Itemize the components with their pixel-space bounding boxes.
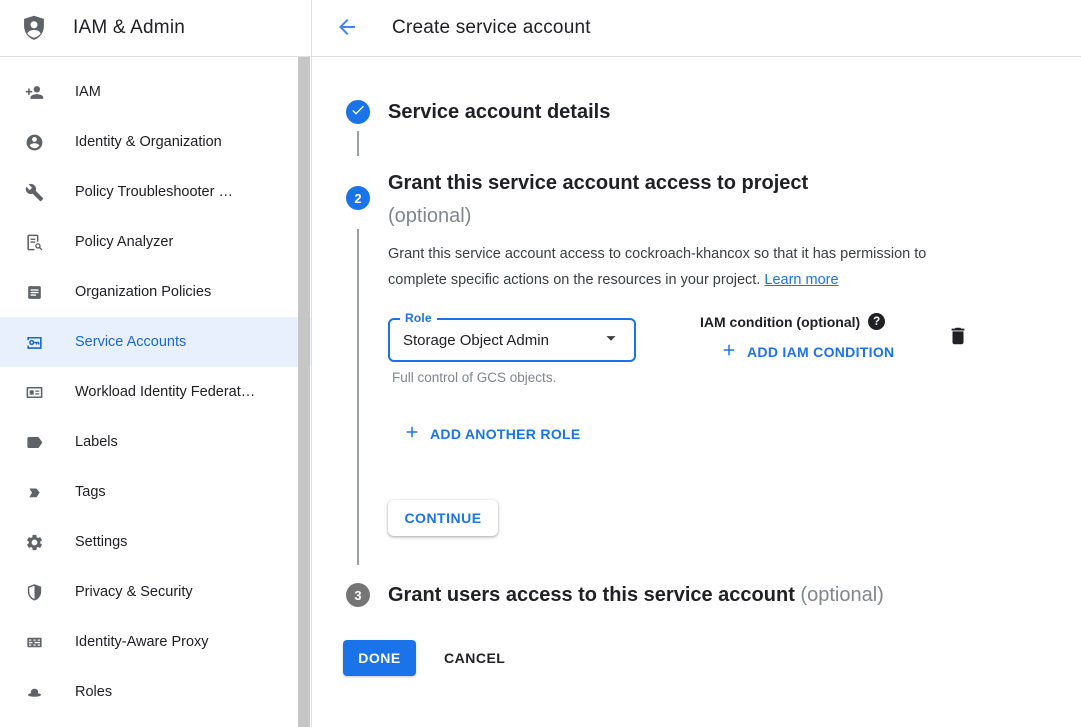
role-field-label: Role: [400, 311, 437, 325]
arrow-back-icon: [335, 15, 359, 42]
sidebar-item-label: Tags: [75, 484, 106, 500]
sidebar-item-identity-organization[interactable]: Identity & Organization: [0, 117, 311, 167]
sidebar-item-label: Roles: [75, 684, 112, 700]
sidebar-item-label: Labels: [75, 434, 118, 450]
sidebar-item-service-accounts[interactable]: Service Accounts: [0, 317, 311, 367]
continue-button[interactable]: CONTINUE: [388, 500, 498, 536]
help-icon[interactable]: ?: [868, 313, 885, 330]
label-icon: [24, 432, 44, 452]
sidebar-item-identity-aware-proxy[interactable]: Identity-Aware Proxy: [0, 617, 311, 667]
plus-icon: [720, 341, 738, 362]
step3-circle: 3: [346, 583, 370, 607]
sidebar-item-label: IAM: [75, 84, 101, 100]
sidebar-item-policy-troubleshooter[interactable]: Policy Troubleshooter …: [0, 167, 311, 217]
done-button[interactable]: DONE: [343, 640, 416, 676]
sidebar-item-label: Policy Analyzer: [75, 234, 173, 250]
back-button[interactable]: [334, 15, 360, 41]
sidebar-item-label: Identity & Organization: [75, 134, 222, 150]
product-header: IAM & Admin: [0, 0, 312, 56]
step2-number: 2: [354, 191, 361, 206]
role-selected-value: Storage Object Admin: [403, 332, 549, 349]
add-another-role-label: ADD ANOTHER ROLE: [430, 426, 581, 442]
sidebar-item-settings[interactable]: Settings: [0, 517, 311, 567]
sidebar-item-label: Organization Policies: [75, 284, 211, 300]
create-service-account-form: Service account details 2 Grant this ser…: [313, 57, 1081, 727]
role-select[interactable]: Role Storage Object Admin: [388, 318, 636, 362]
sidebar-item-iam[interactable]: IAM: [0, 67, 311, 117]
person-add-icon: [24, 82, 44, 102]
step1-complete-circle: [346, 100, 370, 124]
step2-description-text: Grant this service account access to coc…: [388, 246, 926, 288]
workload-identity-icon: [24, 382, 44, 402]
identity-icon: [24, 132, 44, 152]
step3-number: 3: [354, 588, 361, 603]
step3-optional-label: (optional): [800, 584, 883, 606]
sidebar-item-roles[interactable]: Roles: [0, 667, 311, 717]
sidebar-item-label: Policy Troubleshooter …: [75, 184, 233, 200]
plus-icon: [403, 423, 421, 444]
cancel-button[interactable]: CANCEL: [444, 640, 505, 676]
hat-icon: [24, 682, 44, 702]
sidebar-item-label: Privacy & Security: [75, 584, 193, 600]
gear-icon: [24, 532, 44, 552]
sidebar-item-tags[interactable]: Tags: [0, 467, 311, 517]
checkmark-icon: [350, 102, 366, 123]
stepper-connector: [357, 229, 359, 565]
add-iam-condition-label: ADD IAM CONDITION: [747, 344, 894, 360]
tag-icon: [24, 482, 44, 502]
shield-half-icon: [24, 582, 44, 602]
sidebar-item-label: Workload Identity Federat…: [75, 384, 255, 400]
sidebar-item-organization-policies[interactable]: Organization Policies: [0, 267, 311, 317]
step1-title[interactable]: Service account details: [388, 99, 610, 126]
wrench-icon: [24, 182, 44, 202]
iam-shield-logo-icon: [20, 13, 48, 43]
sidebar-item-label: Service Accounts: [75, 334, 186, 350]
step3-title-text: Grant users access to this service accou…: [388, 584, 795, 606]
step2-description: Grant this service account access to coc…: [388, 242, 980, 293]
sidebar: IAM Identity & Organization Policy Troub…: [0, 57, 312, 727]
role-helper-text: Full control of GCS objects.: [392, 370, 556, 385]
sidebar-item-policy-analyzer[interactable]: Policy Analyzer: [0, 217, 311, 267]
product-title: IAM & Admin: [73, 17, 185, 39]
service-account-icon: [24, 332, 44, 352]
sidebar-item-labels[interactable]: Labels: [0, 417, 311, 467]
sidebar-item-workload-identity-federation[interactable]: Workload Identity Federat…: [0, 367, 311, 417]
sidebar-item-label: Settings: [75, 534, 127, 550]
step2-title: Grant this service account access to pro…: [388, 167, 948, 233]
proxy-icon: [24, 632, 44, 652]
iam-condition-label: IAM condition (optional): [700, 314, 860, 330]
page-title: Create service account: [392, 17, 591, 39]
add-another-role-button[interactable]: ADD ANOTHER ROLE: [403, 423, 581, 444]
step2-title-text: Grant this service account access to pro…: [388, 172, 808, 194]
delete-role-button[interactable]: [945, 324, 971, 350]
add-iam-condition-button[interactable]: ADD IAM CONDITION: [720, 341, 894, 362]
sidebar-item-label: Identity-Aware Proxy: [75, 634, 209, 650]
policy-analyzer-icon: [24, 232, 44, 252]
iam-condition-header: IAM condition (optional) ?: [700, 313, 885, 330]
step2-optional-label: (optional): [388, 200, 948, 233]
stepper-connector: [357, 131, 359, 156]
sidebar-item-privacy-security[interactable]: Privacy & Security: [0, 567, 311, 617]
step3-title[interactable]: Grant users access to this service accou…: [388, 582, 884, 609]
page-header: Create service account: [312, 0, 1081, 56]
learn-more-link[interactable]: Learn more: [764, 272, 838, 288]
org-policies-icon: [24, 282, 44, 302]
sidebar-scrollbar[interactable]: [298, 57, 310, 727]
step2-circle: 2: [346, 186, 370, 210]
trash-icon: [947, 335, 969, 350]
app-header: IAM & Admin Create service account: [0, 0, 1081, 57]
dropdown-arrow-icon: [600, 327, 622, 354]
sidebar-nav: IAM Identity & Organization Policy Troub…: [0, 57, 311, 717]
